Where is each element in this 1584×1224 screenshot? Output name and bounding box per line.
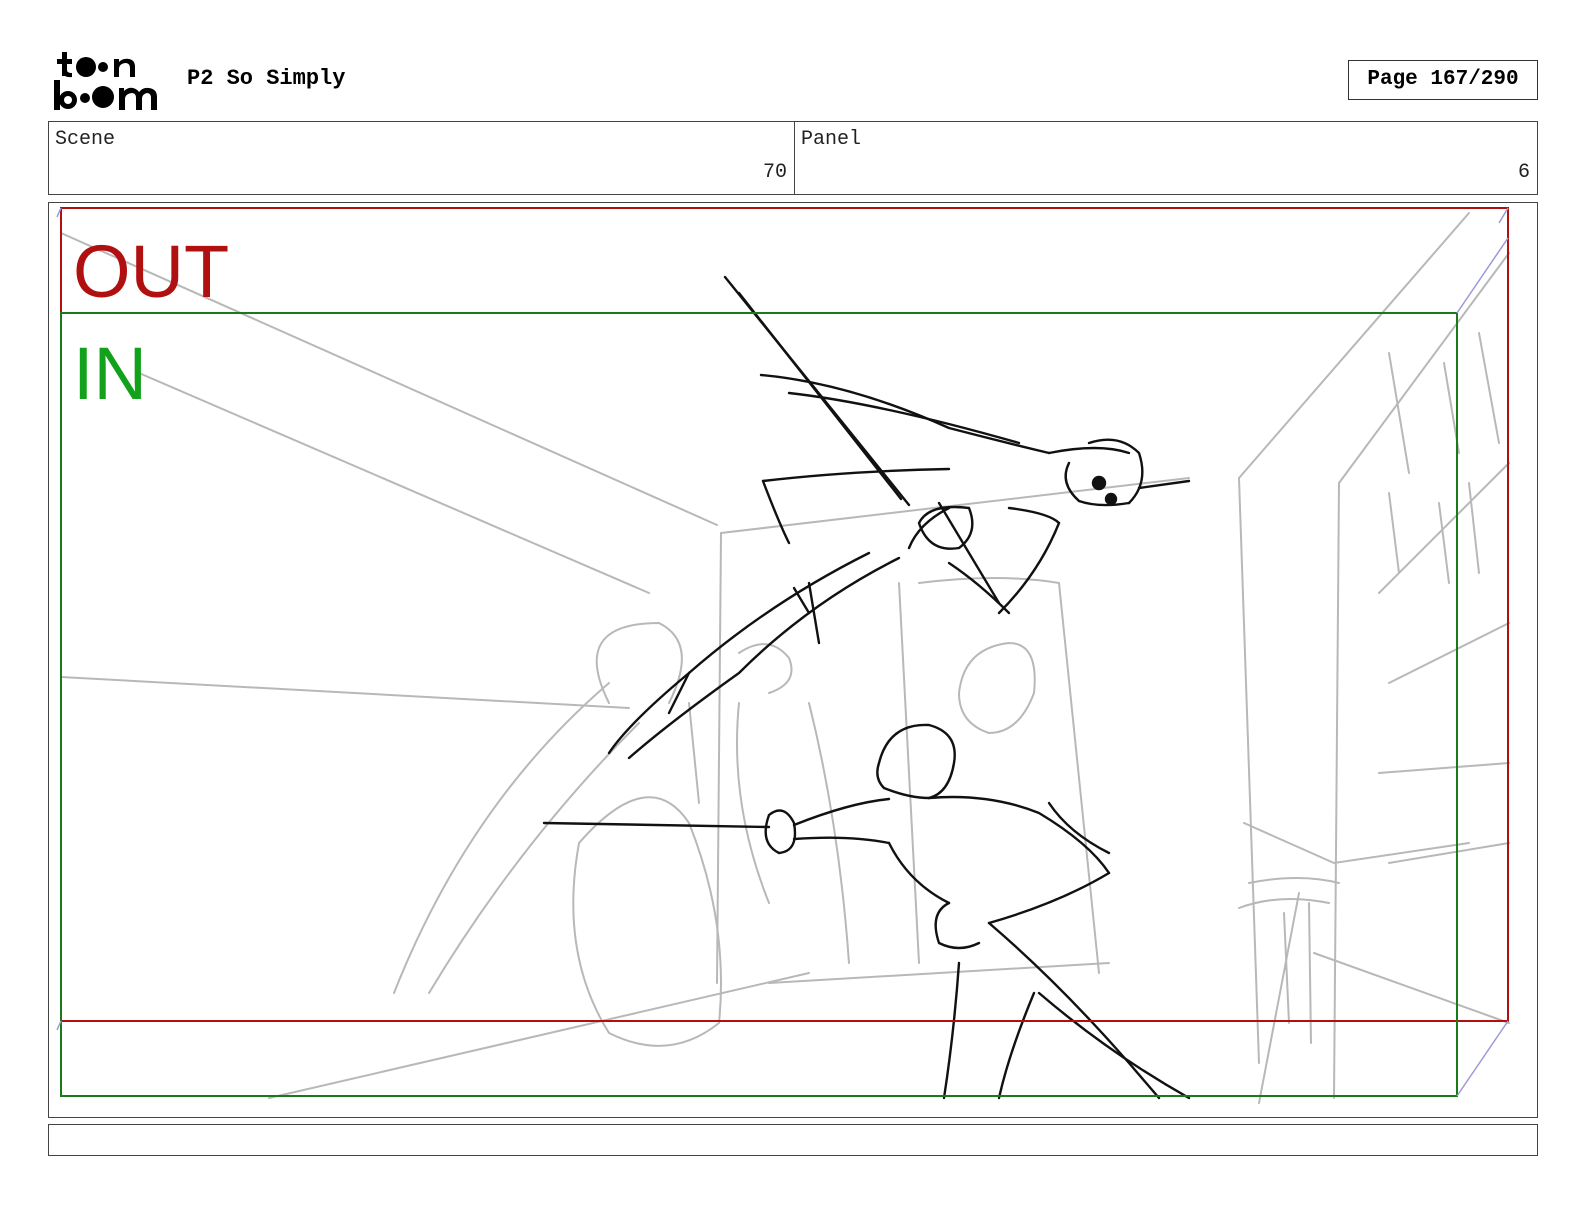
panel-number: 6 [1517,161,1530,184]
scene-cell: Scene 70 [49,122,795,194]
character-sketch [542,275,1191,1100]
toon-boom-logo [52,50,164,112]
project-title: P2 So Simply [187,66,346,91]
background-sketch [60,212,1510,1104]
storyboard-frame: OUT IN [48,202,1538,1118]
scene-label: Scene [55,128,116,151]
panel-cell: Panel 6 [795,122,1537,194]
scene-panel-info: Scene 70 Panel 6 [48,121,1538,195]
scene-number: 70 [762,161,787,184]
panel-label: Panel [801,128,862,151]
page-indicator: Page 167/290 [1348,60,1538,100]
storyboard-sketch: OUT IN [56,207,1510,1104]
out-label: OUT [73,230,229,313]
panel-notes-box [48,1124,1538,1156]
in-label: IN [73,332,147,415]
